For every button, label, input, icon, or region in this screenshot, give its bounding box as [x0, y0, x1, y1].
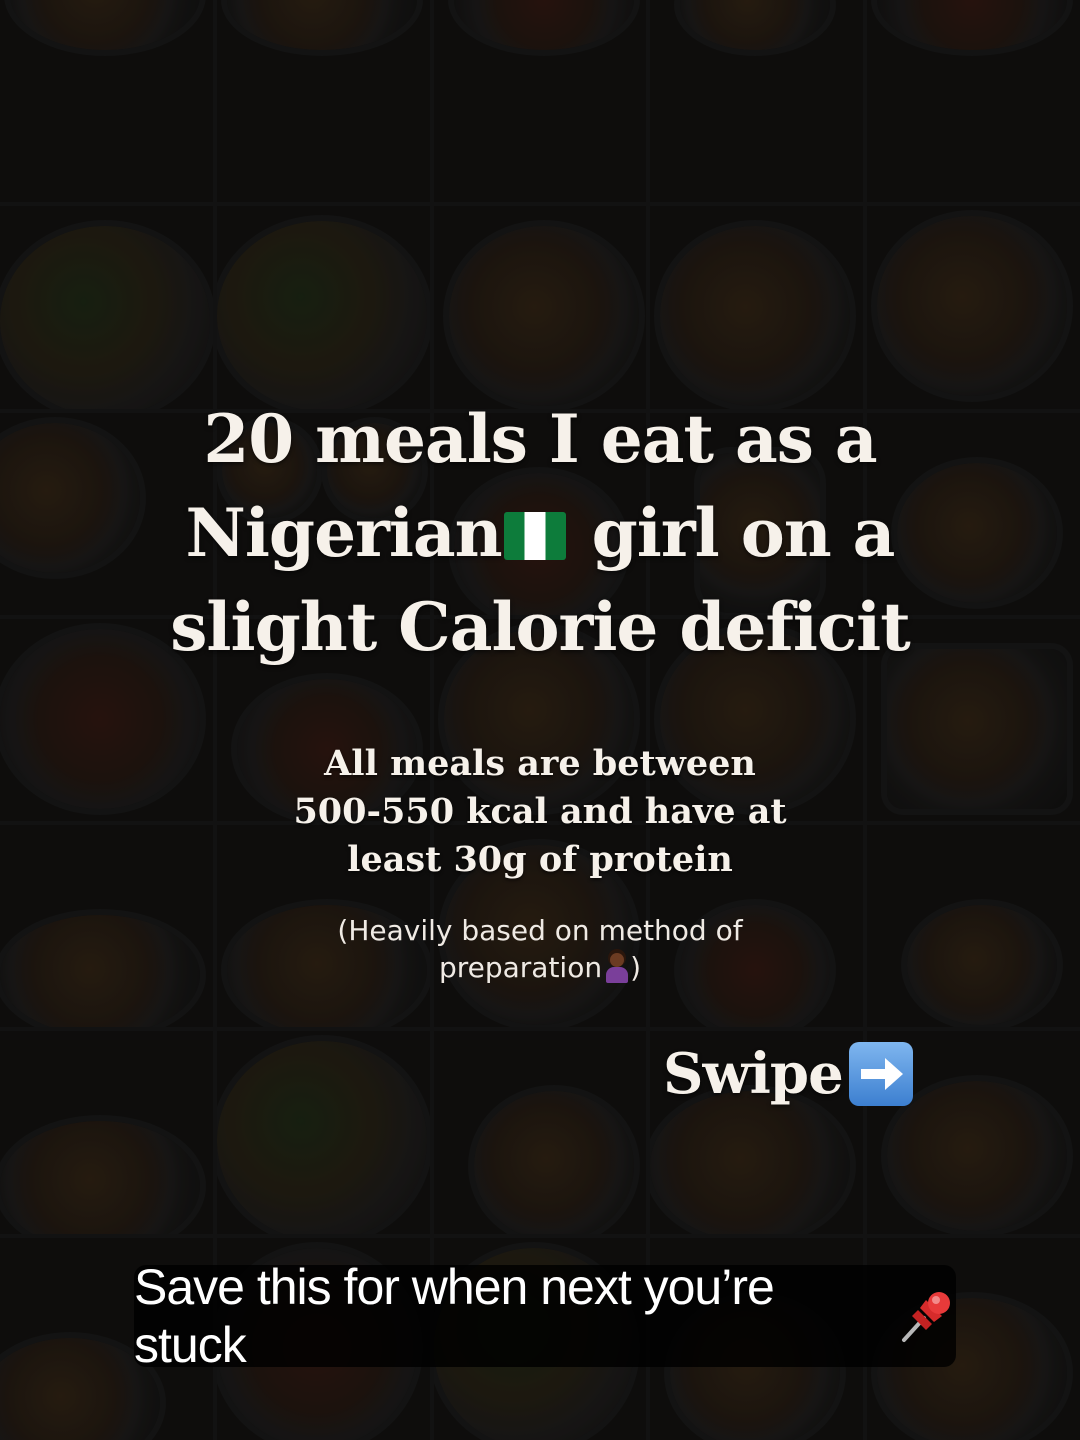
right-arrow-icon — [848, 1042, 913, 1106]
save-caption-text: Save this for when next you’re stuck — [134, 1259, 775, 1373]
woman-shrugging-icon — [604, 953, 630, 983]
meal-criteria: All meals are between 500-550 kcal and h… — [240, 740, 840, 884]
swipe-prompt: Swipe — [663, 1036, 913, 1112]
swipe-label: Swipe — [663, 1041, 844, 1107]
meal-criteria-line-3: least 30g of protein — [347, 839, 733, 880]
headline-line-3: slight Calorie deficit — [170, 588, 910, 666]
headline-line-1: 20 meals I eat as a — [203, 400, 877, 478]
meal-criteria-line-2: 500-550 kcal and have at — [293, 791, 787, 832]
preparation-note-line-2b: ) — [630, 951, 642, 984]
pushpin-icon — [896, 1286, 956, 1346]
meal-criteria-line-1: All meals are between — [324, 743, 756, 784]
headline-line-2a: Nigerian — [185, 494, 503, 572]
preparation-note: (Heavily based on method of preparation) — [300, 912, 780, 986]
save-caption-box: Save this for when next you’re stuck — [134, 1259, 956, 1373]
preparation-note-line-2a: preparation — [438, 951, 603, 984]
headline-line-2b: girl on a — [569, 494, 896, 572]
nigeria-flag-icon — [503, 512, 566, 560]
headline: 20 meals I eat as a Nigerian girl on a s… — [60, 392, 1020, 674]
preparation-note-line-1: (Heavily based on method of — [337, 914, 743, 947]
dark-overlay — [0, 0, 1080, 1440]
